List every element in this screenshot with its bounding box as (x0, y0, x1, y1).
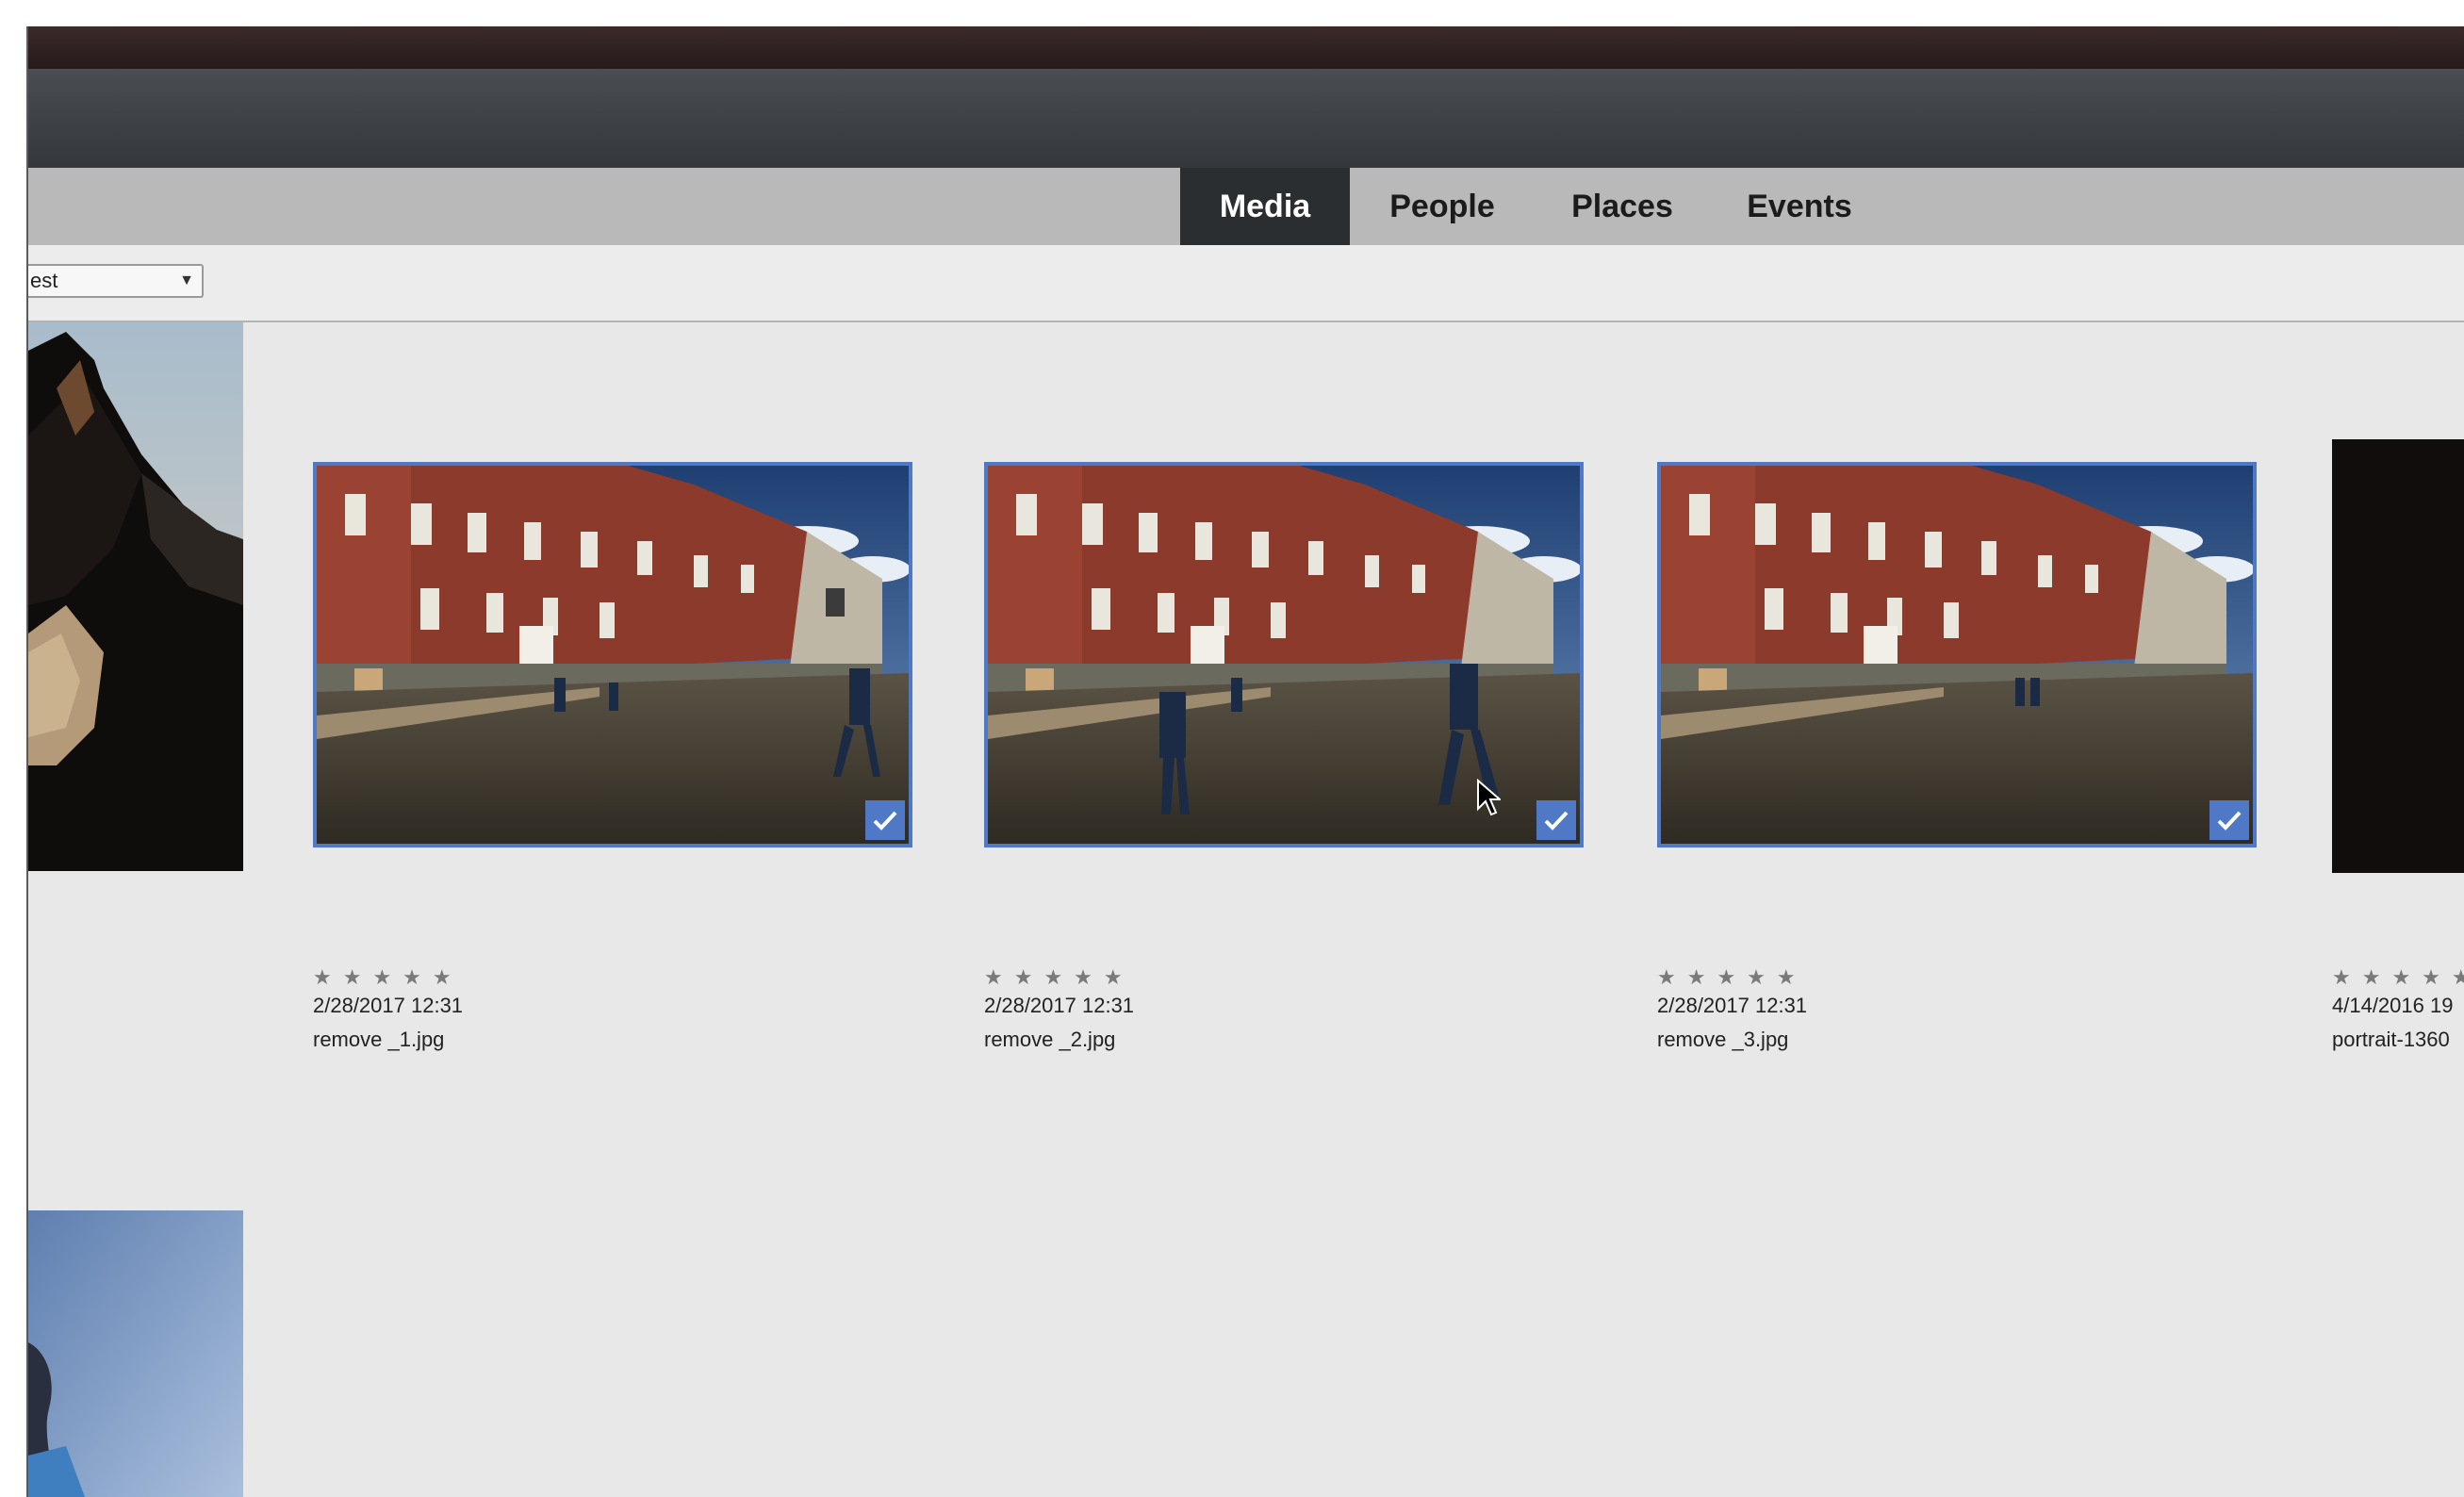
organizer-window: Media People Places Events est ▼ ★★★★★ 2… (28, 26, 2464, 1497)
photo-street-1 (317, 466, 909, 844)
item-filename: remove _1.jpg (313, 1028, 445, 1051)
selection-checkmark-icon[interactable] (1536, 800, 1576, 840)
sort-order-dropdown[interactable]: est ▼ (28, 264, 204, 298)
rating-stars[interactable]: ★★★★★ (1657, 965, 1807, 990)
media-item-meta-1: ★★★★★ 2/28/2017 12:31 remove _1.jpg (313, 965, 463, 1052)
media-thumbnail-dog[interactable] (28, 322, 243, 871)
item-date: 2/28/2017 12:31 (313, 994, 464, 1017)
media-thumbnail-4[interactable] (2332, 439, 2464, 873)
item-date: 2/28/2017 12:31 (1657, 994, 1808, 1017)
media-thumbnail-portrait[interactable] (28, 1210, 243, 1497)
item-filename: portrait-1360 (2332, 1028, 2450, 1051)
item-date: 2/28/2017 12:31 (984, 994, 1135, 1017)
tab-places[interactable]: Places (1535, 168, 1710, 245)
selection-checkmark-icon[interactable] (2209, 800, 2249, 840)
toolbar (28, 69, 2464, 168)
rating-stars[interactable]: ★★★★★ (2332, 965, 2464, 990)
mouse-cursor-icon (1477, 779, 1501, 816)
tab-events[interactable]: Events (1710, 168, 1889, 245)
item-filename: remove _2.jpg (984, 1028, 1116, 1051)
media-item-meta-2: ★★★★★ 2/28/2017 12:31 remove _2.jpg (984, 965, 1134, 1052)
media-item-meta-3: ★★★★★ 2/28/2017 12:31 remove _3.jpg (1657, 965, 1807, 1052)
media-thumbnail-3[interactable] (1657, 462, 2257, 847)
rating-stars[interactable]: ★★★★★ (313, 965, 463, 990)
tab-media[interactable]: Media (1180, 168, 1350, 245)
media-thumbnail-1[interactable] (313, 462, 912, 847)
filter-bar: est ▼ (28, 245, 2464, 322)
chevron-down-icon: ▼ (179, 272, 194, 288)
item-filename: remove _3.jpg (1657, 1028, 1789, 1051)
rating-stars[interactable]: ★★★★★ (984, 965, 1134, 990)
photo-street-3 (1661, 466, 2253, 844)
selection-checkmark-icon[interactable] (865, 800, 905, 840)
title-bar (28, 26, 2464, 69)
media-item-meta-4: ★★★★★ 4/14/2016 19 portrait-1360 (2332, 965, 2464, 1052)
view-tab-bar: Media People Places Events (28, 168, 2464, 245)
sort-order-value: est (30, 269, 58, 292)
tab-people[interactable]: People (1350, 168, 1535, 245)
item-date: 4/14/2016 19 (2332, 994, 2454, 1017)
media-grid: ★★★★★ 2/28/2017 12:31 remove _1.jpg ★★★★… (28, 322, 2464, 1497)
